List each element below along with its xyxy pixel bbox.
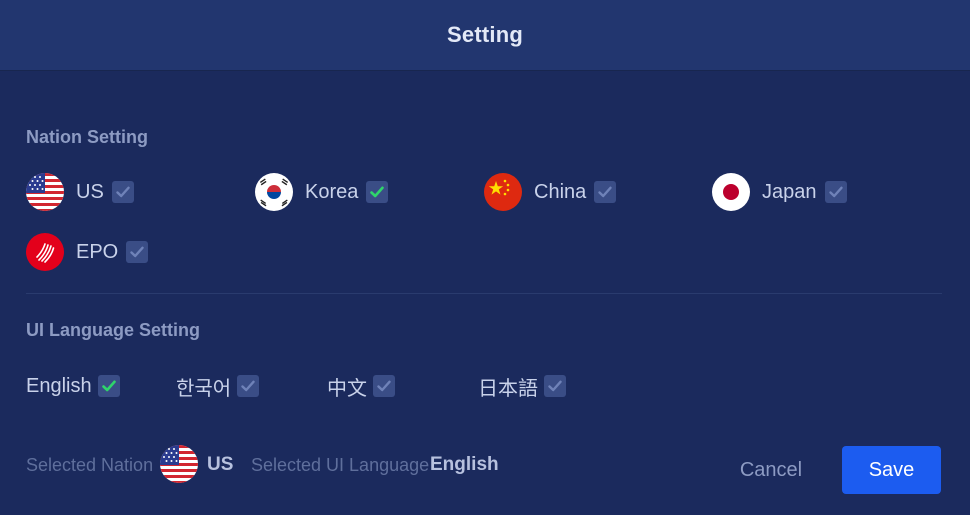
check-icon — [598, 186, 612, 198]
language-checkbox-japanese[interactable] — [544, 375, 566, 397]
language-section-title: UI Language Setting — [26, 320, 201, 340]
japan-flag-icon — [712, 173, 750, 211]
nation-label-epo: EPO — [76, 240, 119, 263]
nation-option-us[interactable]: US — [26, 172, 134, 212]
check-icon — [101, 380, 116, 392]
nation-label-china: China — [534, 180, 587, 203]
dialog-header: Setting — [0, 0, 970, 71]
language-option-korean[interactable]: 한국어 — [176, 373, 260, 400]
language-option-chinese[interactable]: 中文 — [327, 373, 395, 400]
nation-checkbox-korea[interactable] — [366, 181, 389, 203]
nation-checkbox-japan[interactable] — [824, 181, 847, 203]
selected-nation-label: Selected Nation — [26, 455, 154, 475]
check-icon — [828, 186, 843, 198]
language-label-english: English — [26, 374, 92, 397]
selected-language-value: English — [430, 454, 499, 475]
selected-nation-value: US — [207, 454, 234, 475]
korea-flag-icon — [255, 173, 293, 211]
language-label-korean: 한국어 — [176, 377, 232, 400]
us-flag-icon — [160, 445, 198, 483]
language-option-english[interactable]: English — [26, 373, 120, 399]
selected-language-label: Selected UI Language — [251, 455, 430, 475]
epo-logo-icon — [26, 233, 64, 271]
check-icon — [130, 246, 144, 258]
nation-section-title: Nation Setting — [26, 127, 148, 147]
china-flag-icon — [484, 173, 522, 211]
nation-label-japan: Japan — [762, 180, 817, 203]
dialog-title: Setting — [447, 22, 523, 47]
nation-option-epo[interactable]: EPO — [26, 232, 149, 272]
nation-checkbox-us[interactable] — [111, 181, 134, 203]
language-checkbox-chinese[interactable] — [373, 375, 395, 397]
language-checkbox-english[interactable] — [97, 375, 120, 397]
language-option-japanese[interactable]: 日本語 — [478, 373, 566, 400]
nation-option-china[interactable]: China — [484, 172, 617, 212]
check-icon — [241, 380, 255, 392]
language-label-japanese: 日本語 — [478, 377, 538, 400]
check-icon — [377, 380, 391, 392]
cancel-button[interactable]: Cancel — [722, 446, 820, 494]
nation-label-korea: Korea — [305, 180, 359, 203]
check-icon — [370, 186, 385, 198]
nation-checkbox-epo[interactable] — [126, 241, 149, 263]
save-button[interactable]: Save — [842, 446, 941, 494]
section-divider — [26, 293, 942, 294]
language-label-chinese: 中文 — [327, 377, 367, 400]
check-icon — [116, 186, 130, 198]
nation-label-us: US — [76, 180, 104, 203]
us-flag-icon — [26, 173, 64, 211]
language-checkbox-korean[interactable] — [237, 375, 260, 397]
check-icon — [548, 380, 562, 392]
nation-option-korea[interactable]: Korea — [255, 172, 389, 212]
nation-checkbox-china[interactable] — [594, 181, 617, 203]
nation-option-japan[interactable]: Japan — [712, 172, 847, 212]
